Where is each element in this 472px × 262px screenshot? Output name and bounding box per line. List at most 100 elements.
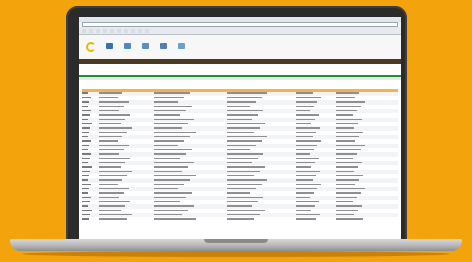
table-cell (82, 101, 99, 103)
table-cell (227, 183, 296, 186)
table-cell (154, 192, 227, 194)
table-cell (154, 214, 227, 216)
table-cell (336, 196, 376, 199)
cell-text-placeholder (296, 131, 317, 133)
table-cell (227, 166, 296, 168)
cell-text-placeholder (336, 96, 356, 99)
bookmark-item[interactable] (131, 28, 135, 33)
cell-text-placeholder (336, 170, 354, 173)
table-cell (227, 175, 296, 177)
table-cell (154, 153, 227, 155)
table-cell (154, 114, 227, 116)
column-header[interactable] (345, 89, 398, 92)
table-cell (296, 175, 336, 177)
column-header[interactable] (240, 89, 293, 92)
bookmark-item[interactable] (82, 28, 86, 33)
table-cell (227, 170, 296, 173)
bookmark-item[interactable] (89, 28, 93, 33)
cell-text-placeholder (296, 153, 311, 155)
cell-text-placeholder (227, 157, 258, 160)
bookmark-item[interactable] (138, 28, 142, 33)
column-header[interactable] (187, 89, 240, 92)
bookmark-item[interactable] (117, 28, 121, 33)
toolbar-button[interactable] (177, 42, 186, 52)
cell-text-placeholder (296, 148, 314, 151)
bookmark-item[interactable] (145, 28, 149, 33)
cell-text-placeholder (296, 101, 318, 103)
cell-text-placeholder (154, 118, 195, 120)
url-input[interactable] (82, 22, 398, 27)
table-cell (296, 188, 336, 190)
table-cell (227, 109, 296, 112)
table-cell (154, 118, 227, 121)
column-header[interactable] (293, 89, 346, 92)
table-cell (99, 105, 154, 108)
cell-text-placeholder (296, 105, 314, 107)
cell-text-placeholder (227, 105, 251, 107)
cell-text-placeholder (154, 161, 195, 164)
laptop-notch (204, 239, 268, 243)
table-cell (154, 127, 227, 129)
table-cell (296, 144, 336, 147)
table-cell (99, 209, 154, 212)
table-cell (99, 101, 154, 103)
column-header[interactable] (82, 89, 135, 92)
table-row[interactable] (82, 217, 398, 221)
table-cell (154, 101, 227, 103)
table-cell (154, 209, 227, 212)
table-cell (82, 188, 99, 190)
cell-text-placeholder (82, 183, 91, 186)
table-cell (99, 135, 154, 138)
toolbar-button[interactable] (141, 42, 150, 52)
cell-text-placeholder (227, 135, 268, 138)
bookmark-item[interactable] (124, 28, 128, 33)
table-cell (82, 166, 99, 168)
cell-text-placeholder (296, 175, 317, 177)
cell-text-placeholder (154, 196, 187, 199)
cell-text-placeholder (154, 175, 197, 177)
toolbar-button[interactable] (159, 42, 168, 52)
cell-text-placeholder (82, 92, 88, 94)
cell-text-placeholder (296, 170, 320, 173)
table-cell (227, 148, 296, 151)
table-cell (99, 170, 154, 173)
table-cell (227, 92, 296, 94)
table-cell (99, 153, 154, 155)
table-cell (82, 140, 99, 142)
table-cell (296, 114, 336, 116)
table-cell (336, 157, 376, 160)
cell-text-placeholder (336, 153, 357, 155)
table-cell (336, 148, 376, 151)
table-cell (336, 179, 376, 181)
table-cell (99, 196, 154, 199)
bookmark-item[interactable] (96, 28, 100, 33)
table-cell (296, 166, 336, 168)
table-cell (336, 153, 376, 155)
cell-text-placeholder (154, 148, 193, 151)
cell-text-placeholder (336, 101, 365, 103)
toolbar-button[interactable] (123, 42, 132, 52)
cell-text-placeholder (82, 201, 90, 203)
cell-text-placeholder (154, 101, 179, 103)
table-cell (336, 183, 376, 186)
table-cell (296, 214, 336, 216)
table-cell (82, 192, 99, 194)
bookmark-item[interactable] (110, 28, 114, 33)
cell-text-placeholder (336, 188, 365, 190)
table-cell (154, 161, 227, 164)
column-header[interactable] (135, 89, 188, 92)
bookmark-item[interactable] (103, 28, 107, 33)
cell-text-placeholder (336, 214, 354, 216)
table-cell (227, 105, 296, 108)
cell-text-placeholder (99, 183, 118, 186)
table-cell (336, 96, 376, 99)
cell-text-placeholder (296, 192, 314, 194)
toolbar-button[interactable] (105, 42, 114, 52)
table-cell (154, 122, 227, 125)
table-cell (296, 209, 336, 212)
cell-text-placeholder (154, 183, 185, 186)
table-cell (82, 148, 99, 151)
table-cell (227, 201, 296, 203)
cell-text-placeholder (296, 144, 318, 146)
table-cell (296, 192, 336, 194)
